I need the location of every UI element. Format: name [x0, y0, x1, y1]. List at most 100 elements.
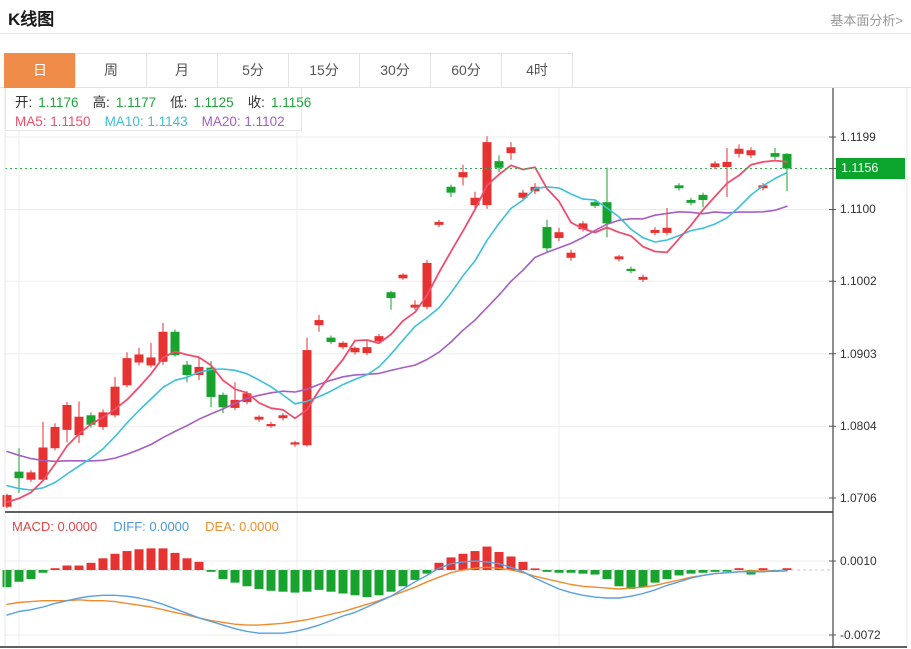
macd-bar	[686, 570, 696, 574]
macd-bar	[578, 570, 588, 574]
macd-bar	[530, 568, 540, 571]
candle-body	[146, 357, 156, 366]
current-price-value: 1.1156	[841, 160, 879, 175]
candle-body	[542, 227, 552, 249]
macd-legend-dea: DEA: 0.0000	[205, 519, 279, 534]
macd-bar	[182, 558, 192, 571]
candle-body	[266, 424, 276, 427]
macd-bar	[206, 570, 216, 572]
macd-bar	[2, 570, 12, 588]
candle-body	[674, 185, 684, 189]
macd-bar	[614, 570, 624, 587]
macd-bar	[398, 570, 408, 587]
macd-bar	[542, 570, 552, 572]
ohlc-value: 1.1125	[193, 95, 234, 110]
macd-bar	[86, 562, 96, 571]
candle-body	[638, 276, 648, 280]
candle-body	[386, 292, 396, 299]
macd-bar	[638, 570, 648, 588]
macd-bar	[758, 568, 768, 571]
candle-body	[122, 358, 132, 386]
macd-bar	[626, 570, 636, 589]
candle-body	[734, 148, 744, 154]
ma-value-ma10: MA10: 1.1143	[104, 114, 188, 129]
ohlc-legend-box: 开: 1.1176 高: 1.1177 低: 1.1125 收: 1.1156 MA5: 1.…	[5, 88, 311, 131]
macd-bar	[62, 565, 72, 571]
candle-body	[338, 342, 348, 348]
candle-body	[314, 320, 324, 326]
macd-bar	[602, 570, 612, 580]
price-tick-label: 1.0706	[840, 491, 877, 505]
candle-body	[290, 442, 300, 445]
candle-body	[446, 186, 456, 193]
macd-bar	[554, 570, 564, 573]
ohlc-value: 1.1156	[270, 95, 312, 110]
candle-body	[698, 194, 708, 200]
ohlc-label: 高:	[92, 95, 110, 110]
ma-value-ma5: MA5: 1.1150	[15, 114, 91, 129]
tab-5min[interactable]: 5分	[217, 53, 289, 88]
ohlc-row: 开: 1.1176 高: 1.1177 低: 1.1125 收: 1.1156	[6, 88, 311, 111]
candle-body	[710, 163, 720, 168]
candle-body	[626, 268, 636, 272]
ohlc-label: 低:	[170, 95, 188, 110]
candle-body	[206, 367, 216, 397]
macd-bar	[314, 570, 324, 590]
candle-body	[554, 232, 564, 239]
macd-bar	[302, 570, 312, 592]
macd-bar	[710, 570, 720, 572]
tab-week[interactable]: 周	[75, 53, 147, 88]
macd-bar	[674, 570, 684, 576]
price-tick-label: 1.1100	[840, 202, 876, 217]
price-tick-label: 1.0804	[840, 419, 877, 434]
candle-body	[614, 256, 624, 260]
tab-month[interactable]: 月	[146, 53, 218, 88]
macd-bar	[266, 570, 276, 591]
macd-bar	[290, 570, 300, 593]
macd-bar	[782, 568, 792, 571]
macd-bar	[698, 570, 708, 573]
price-tick-label: 1.0903	[840, 346, 877, 361]
candle-body	[326, 337, 336, 343]
candle-body	[134, 354, 144, 363]
macd-bar	[38, 570, 48, 573]
macd-bar	[338, 570, 348, 594]
candle-body	[566, 252, 576, 258]
macd-bar	[158, 548, 168, 571]
candle-body	[302, 350, 312, 446]
tab-4hour[interactable]: 4时	[501, 53, 573, 88]
macd-legend-diff: DIFF: 0.0000	[113, 519, 190, 534]
candle-body	[686, 199, 696, 203]
macd-bar	[230, 570, 240, 583]
candle-body	[662, 227, 672, 233]
tab-30min[interactable]: 30分	[359, 53, 431, 88]
candle-body	[458, 172, 468, 178]
ohlc-label: 开:	[15, 95, 33, 110]
candle-body	[482, 142, 492, 206]
macd-bar	[650, 570, 660, 583]
macd-bar	[482, 546, 492, 571]
tab-15min[interactable]: 15分	[288, 53, 360, 88]
macd-bar	[374, 570, 384, 596]
macd-bar	[350, 570, 360, 596]
ohlc-value: 1.1176	[38, 95, 79, 110]
candle-body	[278, 415, 288, 419]
candle-body	[50, 426, 60, 449]
candle-body	[746, 150, 756, 156]
candle-body	[62, 405, 72, 430]
interval-tabbar: 日周月 5分 15分 30分 60分 4时	[4, 53, 573, 88]
ma-value-ma20: MA20: 1.1102	[201, 114, 285, 129]
tab-day[interactable]: 日	[4, 53, 76, 88]
candle-body	[434, 221, 444, 225]
ma-row: MA5: 1.1150 MA10: 1.1143 MA20: 1.1102	[6, 111, 301, 129]
macd-bar	[590, 570, 600, 575]
candle-body	[218, 394, 228, 408]
macd-bar	[146, 548, 156, 571]
tab-60min[interactable]: 60分	[430, 53, 502, 88]
candle-body	[494, 161, 504, 168]
candle-body	[650, 229, 660, 233]
macd-bar	[122, 551, 132, 571]
macd-bar	[14, 570, 24, 582]
candle-body	[770, 153, 780, 157]
macd-tick-label: -0.0072	[840, 628, 881, 642]
